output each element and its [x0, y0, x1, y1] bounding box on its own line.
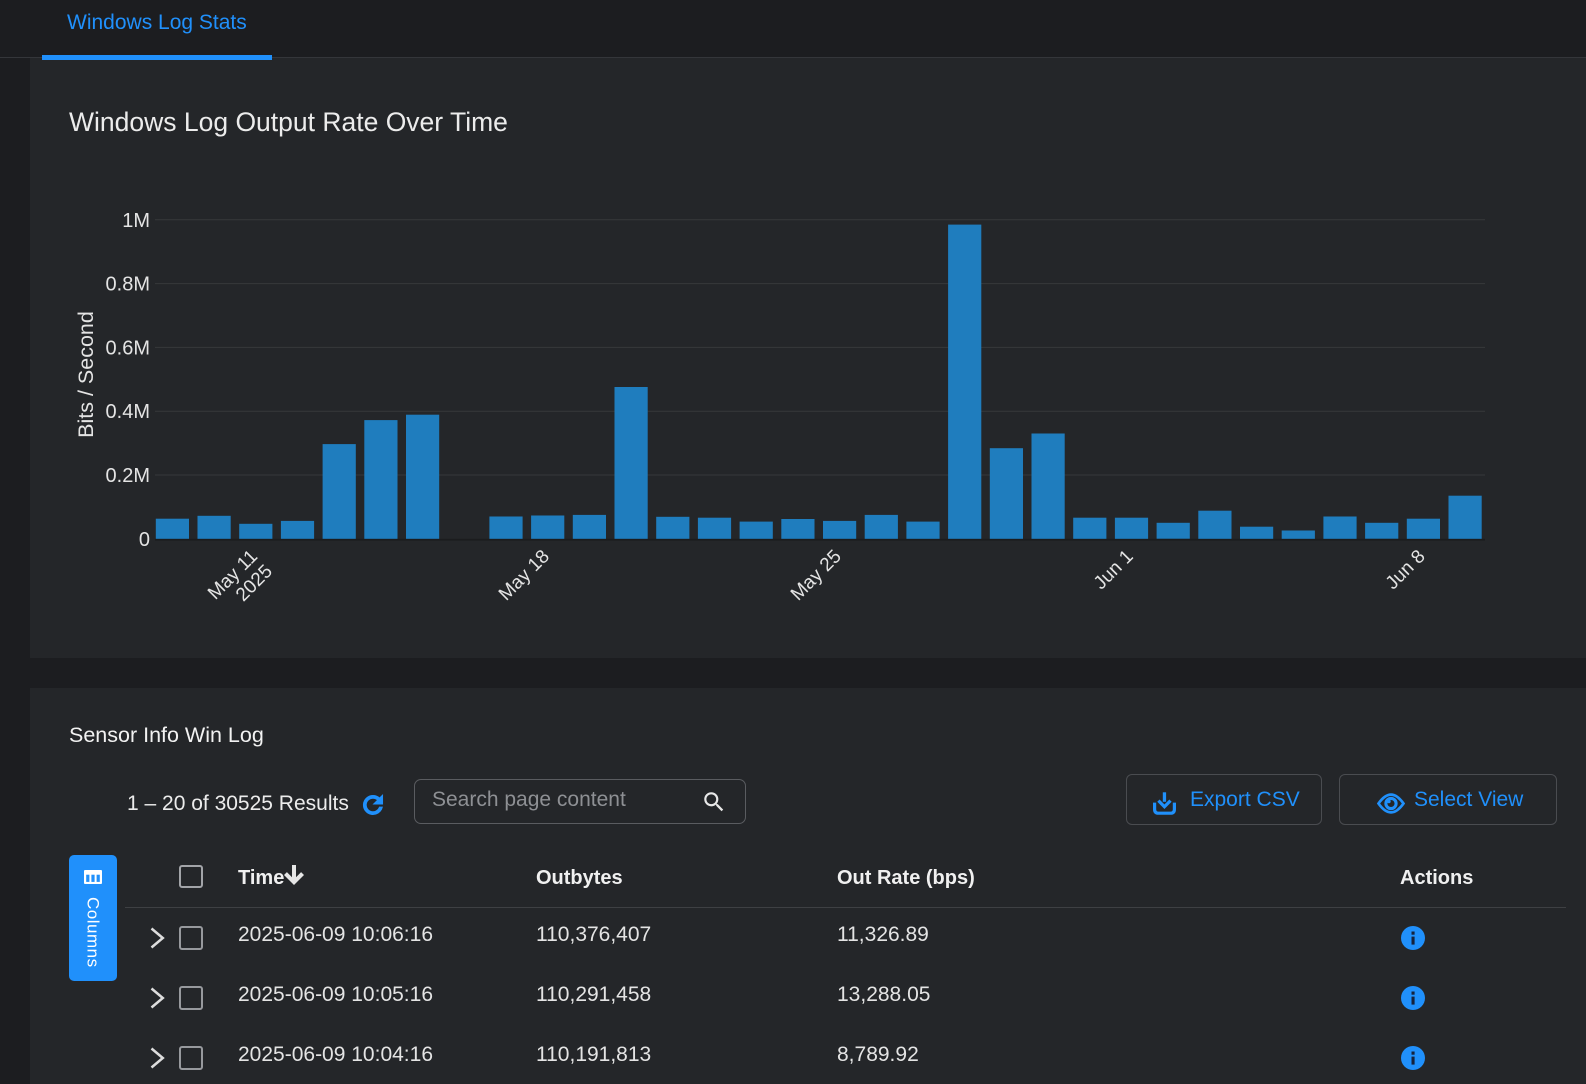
svg-text:1M: 1M	[122, 210, 150, 232]
svg-text:0.6M: 0.6M	[106, 337, 150, 359]
svg-text:Jun 8: Jun 8	[1382, 546, 1430, 594]
svg-text:Jun 1: Jun 1	[1090, 546, 1138, 594]
svg-text:0.8M: 0.8M	[106, 274, 150, 296]
svg-text:0.2M: 0.2M	[106, 465, 150, 487]
svg-text:May 18: May 18	[495, 546, 554, 605]
svg-text:May 112025: May 112025	[204, 546, 277, 619]
svg-text:0.4M: 0.4M	[106, 401, 150, 423]
svg-text:Bits / Second: Bits / Second	[74, 311, 98, 438]
svg-text:0: 0	[139, 529, 150, 551]
svg-text:May 25: May 25	[787, 546, 846, 605]
